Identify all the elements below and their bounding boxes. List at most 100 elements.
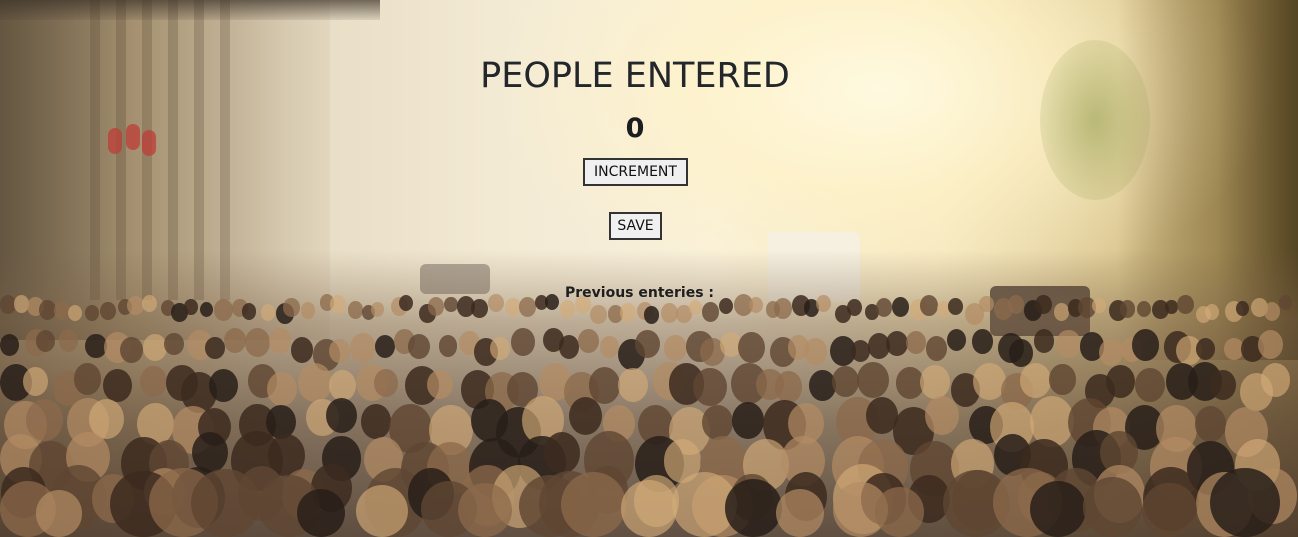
crowd-head	[886, 330, 908, 356]
crowd-head	[1119, 299, 1136, 318]
crowd-head	[724, 479, 783, 537]
crowd-head	[103, 369, 132, 403]
crowd-head	[543, 432, 581, 475]
crowd-head	[589, 304, 607, 325]
crowd-head	[920, 295, 939, 316]
crowd-head	[213, 299, 233, 321]
people-count: 0	[625, 113, 645, 144]
crowd-head	[816, 294, 832, 312]
crowd-head	[775, 488, 825, 537]
crowd-head	[803, 337, 828, 365]
crowd-head	[300, 302, 315, 319]
crowd-head	[1035, 295, 1052, 315]
crowd-head	[184, 299, 198, 316]
crowd-head	[290, 337, 314, 363]
crowd-head	[1194, 405, 1227, 442]
crowd-head	[1209, 370, 1236, 400]
crowd-head	[774, 371, 803, 403]
crowd-head	[85, 305, 99, 322]
crowd-head	[444, 296, 458, 312]
crowd-head	[1134, 368, 1165, 403]
crowd-head	[439, 335, 458, 357]
crowd-head	[1053, 303, 1069, 321]
crowd-head	[298, 363, 332, 402]
crowd-head	[1131, 329, 1160, 361]
crowd-head	[36, 329, 56, 352]
crowd-head	[260, 304, 276, 321]
crowd-head	[874, 487, 925, 537]
crowd-head	[857, 362, 889, 399]
crowd-head	[850, 339, 870, 362]
crowd-head	[948, 297, 963, 315]
crowd-head	[427, 297, 444, 316]
crowd-head	[925, 396, 960, 436]
crowd-head	[427, 369, 454, 400]
crowd-head	[1056, 330, 1081, 359]
crowd-head	[142, 333, 167, 362]
crowd-head	[1176, 295, 1194, 315]
crowd-head	[26, 398, 63, 441]
crowd-head	[831, 366, 859, 398]
crowd-head	[67, 305, 82, 322]
crowd-head	[268, 328, 291, 355]
increment-button[interactable]: INCREMENT	[583, 158, 688, 186]
crowd-head	[620, 303, 636, 322]
crowd-head	[1278, 295, 1292, 311]
crowd-head	[0, 333, 19, 356]
crowd-head	[328, 369, 357, 402]
crowd-head	[1142, 482, 1197, 537]
crowd-head	[1210, 467, 1280, 537]
crowd-head	[919, 365, 950, 400]
crowd-head	[58, 329, 79, 352]
crowd-head	[1009, 338, 1034, 367]
crowd-head	[905, 331, 926, 355]
crowd-head	[693, 367, 727, 407]
crowd-head	[1020, 363, 1051, 398]
crowd-head	[560, 471, 626, 537]
crowd-head	[1261, 363, 1291, 397]
crowd-head	[925, 336, 948, 361]
crowd-head	[1257, 329, 1283, 359]
crowd-head	[979, 295, 994, 313]
crowd-head	[283, 297, 300, 317]
crowd-head	[1030, 480, 1087, 537]
crowd-head	[1092, 298, 1106, 314]
crowd-head	[1098, 338, 1123, 367]
crowd-head	[588, 367, 621, 404]
crowd-head	[241, 302, 257, 320]
crowd-head	[355, 484, 409, 537]
crowd-head	[1082, 477, 1143, 537]
save-button[interactable]: SAVE	[609, 212, 662, 240]
crowd-head	[191, 468, 260, 537]
crowd-head	[558, 335, 579, 359]
crowd-head	[599, 336, 619, 358]
awning	[0, 0, 380, 20]
crowd-head	[875, 298, 893, 317]
crowd-head	[374, 334, 395, 358]
crowd-head	[398, 294, 413, 311]
crowd-head	[620, 480, 678, 537]
crowd-head	[749, 296, 764, 313]
crowd-head	[208, 368, 238, 403]
crowd-head	[471, 298, 488, 319]
crowd-head	[100, 302, 116, 320]
crowd-head	[701, 404, 733, 441]
crowd-head	[457, 482, 513, 537]
previous-entries-label: Previous enteries :	[565, 285, 715, 301]
crowd-head	[1196, 337, 1216, 360]
page-title: PEOPLE ENTERED	[480, 56, 790, 96]
crowd-head	[326, 397, 357, 434]
crowd-head	[846, 298, 862, 317]
crowd-head	[732, 402, 765, 439]
crowd-head	[361, 404, 392, 439]
crowd-head	[971, 328, 994, 354]
crowd-head	[328, 338, 350, 364]
crowd-head	[349, 332, 377, 363]
crowd-head	[643, 305, 660, 324]
crowd-head	[140, 366, 167, 397]
crowd-head	[1033, 328, 1055, 353]
crowd-head	[618, 367, 648, 402]
crowd-head	[35, 490, 83, 537]
crowd-head	[1049, 364, 1076, 396]
crowd-head	[702, 302, 720, 322]
